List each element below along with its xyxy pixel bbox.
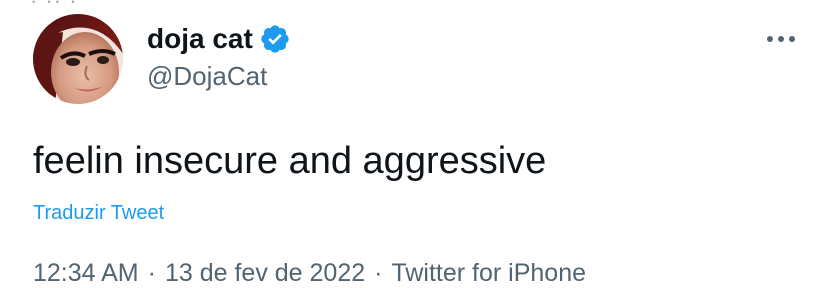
tweet-source[interactable]: Twitter for iPhone bbox=[391, 259, 586, 287]
tweet-text: feelin insecure and aggressive bbox=[33, 140, 547, 182]
tweet-meta: 12:34 AM · 13 de fev de 2022 · Twitter for i… bbox=[33, 258, 586, 288]
tweet-time[interactable]: 12:34 AM bbox=[33, 259, 139, 287]
translate-tweet-link[interactable]: Traduzir Tweet bbox=[33, 200, 164, 226]
meta-separator: · bbox=[147, 259, 156, 287]
meta-separator: · bbox=[374, 259, 383, 287]
profile-photo-icon bbox=[33, 14, 123, 104]
more-horizontal-icon bbox=[767, 36, 795, 42]
clipped-previous-text: · ·· · bbox=[30, 0, 78, 13]
tweet-date[interactable]: 13 de fev de 2022 bbox=[165, 259, 365, 287]
more-options-button[interactable] bbox=[764, 24, 798, 54]
avatar[interactable] bbox=[33, 14, 123, 104]
verified-badge-icon bbox=[259, 23, 291, 55]
author-handle[interactable]: @DojaCat bbox=[147, 60, 267, 92]
author-display-name[interactable]: doja cat bbox=[147, 22, 253, 56]
author-name-row: doja cat bbox=[147, 22, 291, 56]
